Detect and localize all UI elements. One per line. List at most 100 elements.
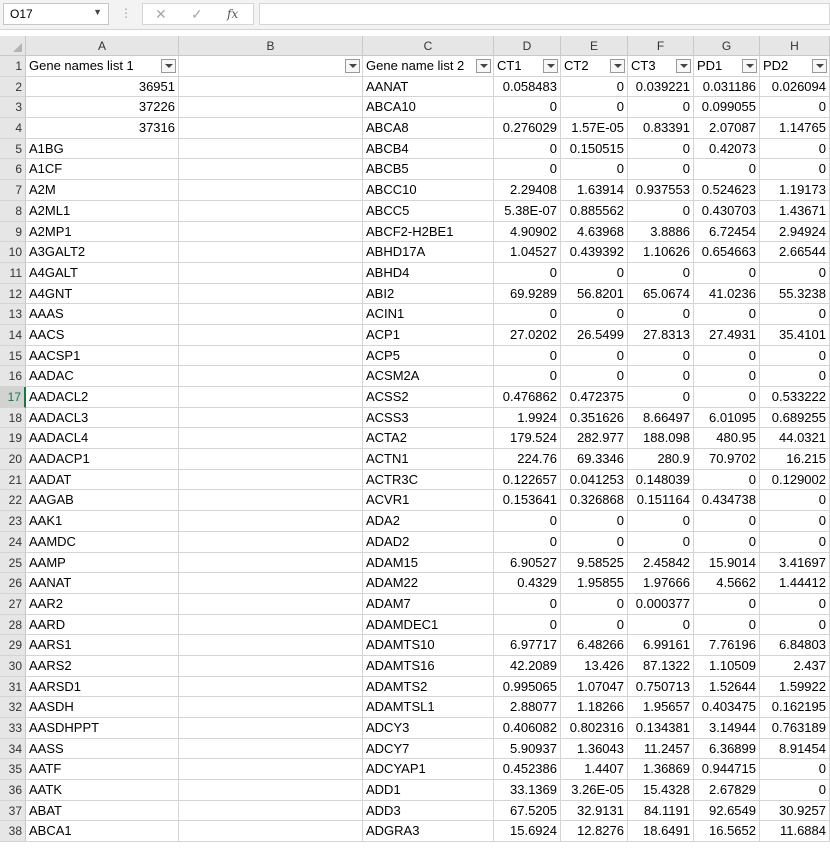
row-header[interactable]: 36 — [0, 780, 26, 801]
cell[interactable]: AASDH — [26, 697, 179, 718]
cell[interactable]: 12.8276 — [561, 821, 628, 843]
cell[interactable]: ABCC10 — [363, 180, 494, 201]
row-header[interactable]: 2 — [0, 76, 26, 98]
cell[interactable]: 7.76196 — [694, 635, 760, 656]
cell[interactable]: 27.8313 — [628, 324, 694, 346]
cell[interactable]: A4GALT — [26, 262, 179, 284]
cell[interactable]: ADCYAP1 — [363, 759, 494, 781]
cell[interactable]: 1.97666 — [628, 573, 694, 594]
cell[interactable]: 1.9924 — [494, 407, 561, 429]
cell[interactable]: 1.36869 — [628, 759, 694, 781]
cell[interactable]: 1.14765 — [760, 118, 830, 139]
cell[interactable]: 0.4329 — [494, 573, 561, 594]
cell[interactable]: 2.29408 — [494, 180, 561, 201]
cell[interactable]: 0.134381 — [628, 718, 694, 739]
cell[interactable]: 0 — [494, 531, 561, 553]
cell[interactable]: 0 — [561, 614, 628, 636]
cell[interactable] — [179, 469, 363, 491]
cell[interactable]: AARSD1 — [26, 676, 179, 698]
cell[interactable]: 0 — [561, 304, 628, 325]
cell[interactable]: 0.452386 — [494, 759, 561, 781]
cell[interactable]: ACTR3C — [363, 469, 494, 491]
cell[interactable]: 13.426 — [561, 655, 628, 677]
cell[interactable]: 1.44412 — [760, 573, 830, 594]
cell[interactable]: 0 — [494, 138, 561, 160]
cell[interactable]: 0 — [694, 304, 760, 325]
cell[interactable]: 0.802316 — [561, 718, 628, 739]
cell[interactable]: 0 — [561, 531, 628, 553]
cell[interactable]: 15.9014 — [694, 552, 760, 574]
cell[interactable] — [179, 387, 363, 408]
cell[interactable]: ACTA2 — [363, 428, 494, 450]
cell[interactable] — [179, 324, 363, 346]
row-header[interactable]: 19 — [0, 428, 26, 450]
cell[interactable]: AATK — [26, 780, 179, 801]
row-header[interactable]: 34 — [0, 738, 26, 760]
cell[interactable]: ABCB5 — [363, 159, 494, 181]
column-header-c[interactable]: C — [363, 36, 494, 56]
cell[interactable]: 5.90937 — [494, 738, 561, 760]
cell[interactable] — [179, 593, 363, 615]
cell[interactable]: 6.84803 — [760, 635, 830, 656]
cell[interactable]: 280.9 — [628, 449, 694, 470]
cell[interactable]: 2.66544 — [760, 242, 830, 263]
cell[interactable]: 0.533222 — [760, 387, 830, 408]
cell[interactable]: 27.4931 — [694, 324, 760, 346]
check-icon[interactable]: ✓ — [191, 6, 203, 23]
cell[interactable]: 0 — [628, 366, 694, 387]
cell[interactable]: AASDHPPT — [26, 718, 179, 739]
cell[interactable]: 0 — [561, 366, 628, 387]
cell[interactable]: 6.99161 — [628, 635, 694, 656]
cell[interactable]: 16.5652 — [694, 821, 760, 843]
cell[interactable]: 0 — [628, 345, 694, 367]
cell[interactable]: 1.04527 — [494, 242, 561, 263]
cell[interactable]: 2.437 — [760, 655, 830, 677]
column-header-a[interactable]: A — [26, 36, 179, 56]
cell[interactable]: 0 — [628, 614, 694, 636]
select-all-button[interactable] — [0, 36, 26, 56]
row-header[interactable]: 6 — [0, 159, 26, 181]
cell[interactable] — [179, 718, 363, 739]
row-header[interactable]: 25 — [0, 552, 26, 574]
cell[interactable]: 6.48266 — [561, 635, 628, 656]
cell[interactable]: 0.026094 — [760, 76, 830, 98]
cell[interactable]: 0.689255 — [760, 407, 830, 429]
row-header[interactable]: 27 — [0, 593, 26, 615]
column-title-cell[interactable]: PD2 — [760, 56, 830, 77]
cell[interactable]: AATF — [26, 759, 179, 781]
cell[interactable]: 42.2089 — [494, 655, 561, 677]
cell[interactable] — [179, 200, 363, 222]
row-header[interactable]: 5 — [0, 138, 26, 160]
cell[interactable]: AADAT — [26, 469, 179, 491]
cancel-icon[interactable]: ✕ — [155, 6, 167, 23]
cell[interactable]: 0 — [694, 531, 760, 553]
cell[interactable]: 0 — [494, 159, 561, 181]
cell[interactable] — [179, 366, 363, 387]
cell[interactable]: AAAS — [26, 304, 179, 325]
cell[interactable]: A4GNT — [26, 283, 179, 305]
cell[interactable] — [179, 676, 363, 698]
cell[interactable]: AANAT — [363, 76, 494, 98]
cell[interactable]: 2.88077 — [494, 697, 561, 718]
cell[interactable]: 0 — [628, 304, 694, 325]
cell[interactable]: 0 — [694, 159, 760, 181]
cell[interactable]: ADAD2 — [363, 531, 494, 553]
cell[interactable]: 35.4101 — [760, 324, 830, 346]
cell[interactable]: 0 — [494, 304, 561, 325]
cell[interactable]: 0 — [628, 511, 694, 532]
cell[interactable]: 0 — [628, 159, 694, 181]
row-header[interactable]: 29 — [0, 635, 26, 656]
row-header[interactable]: 9 — [0, 221, 26, 243]
cell[interactable] — [179, 407, 363, 429]
cell[interactable]: AACSP1 — [26, 345, 179, 367]
cell[interactable]: 0.476862 — [494, 387, 561, 408]
cell[interactable]: 0.058483 — [494, 76, 561, 98]
row-header[interactable]: 31 — [0, 676, 26, 698]
cell[interactable]: ACTN1 — [363, 449, 494, 470]
cell[interactable]: AAK1 — [26, 511, 179, 532]
cell[interactable]: 0 — [494, 614, 561, 636]
cell[interactable]: ADAM7 — [363, 593, 494, 615]
cell[interactable]: 0 — [561, 262, 628, 284]
cell[interactable]: 1.10509 — [694, 655, 760, 677]
cell[interactable] — [179, 800, 363, 822]
